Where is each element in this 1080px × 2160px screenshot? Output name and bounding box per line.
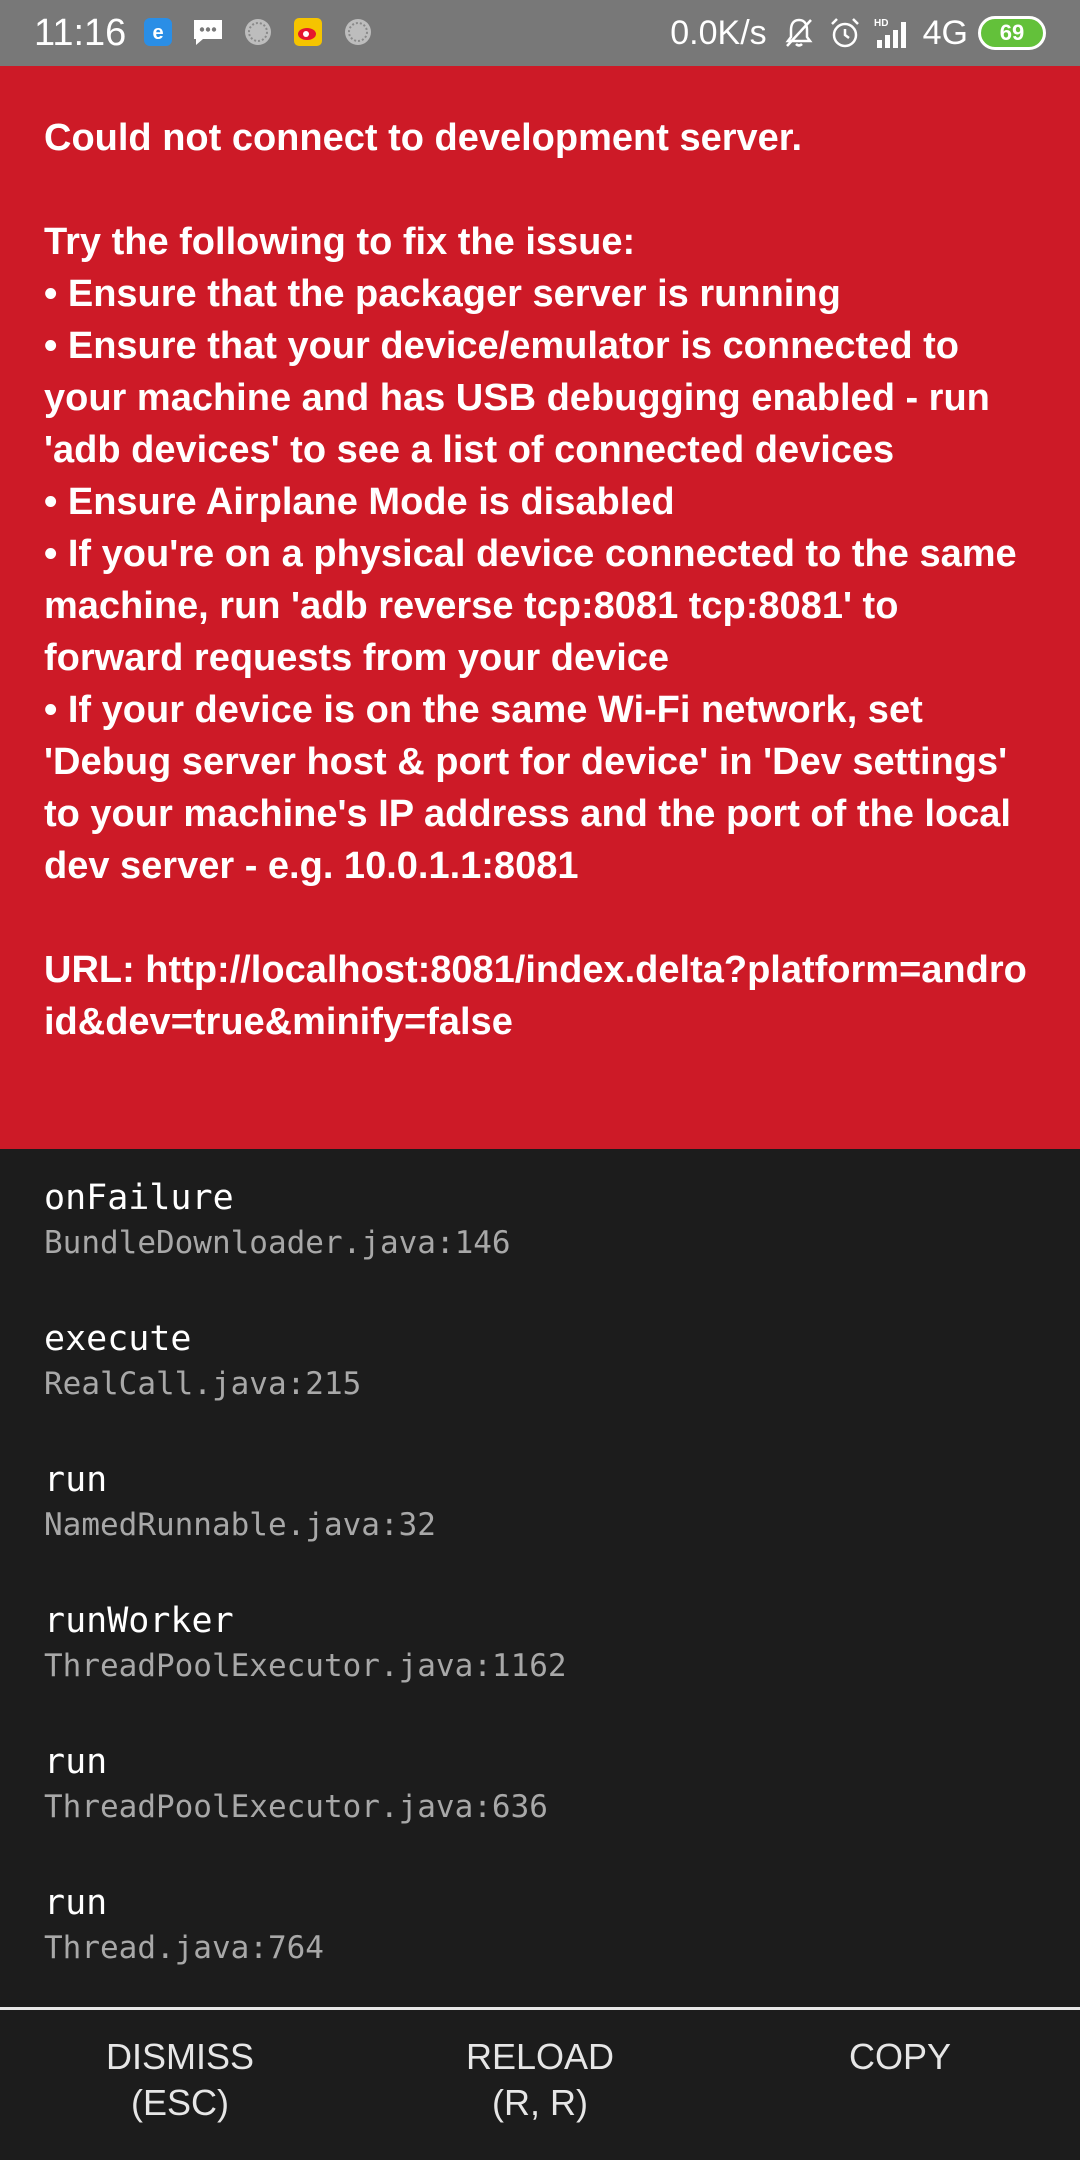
stack-frame[interactable]: runWorker ThreadPoolExecutor.java:1162 xyxy=(44,1598,1036,1739)
fix-item: • If you're on a physical device connect… xyxy=(44,533,1017,679)
reload-label: RELOAD xyxy=(465,2036,615,2077)
frame-method: execute xyxy=(44,1319,192,1359)
frame-file: RealCall.java:215 xyxy=(44,1366,362,1402)
notification-icons: e xyxy=(140,14,376,50)
net-speed: 0.0K/s xyxy=(670,14,767,52)
frame-method: onFailure xyxy=(44,1178,234,1218)
bundle-url: URL: http://localhost:8081/index.delta?p… xyxy=(44,949,1027,1043)
alarm-icon xyxy=(827,15,863,51)
status-right: 0.0K/s HD 4G 69 xyxy=(670,10,1046,56)
frame-method: run xyxy=(44,1883,108,1923)
battery-icon: 69 xyxy=(978,16,1046,50)
signal-label: HD xyxy=(874,18,888,29)
frame-file: BundleDownloader.java:146 xyxy=(44,1225,511,1261)
dismiss-button[interactable]: DISMISS (ESC) xyxy=(0,2010,360,2160)
network-type: 4G xyxy=(922,14,968,52)
copy-button[interactable]: COPY xyxy=(720,2010,1080,2160)
stack-frame[interactable]: onFailure BundleDownloader.java:146 xyxy=(44,1175,1036,1316)
error-panel: Could not connect to development server.… xyxy=(0,66,1080,1149)
status-bar: 11:16 e 0.0K/s HD 4G 69 xyxy=(0,0,1080,66)
fix-item: • Ensure that the packager server is run… xyxy=(44,273,841,315)
dismiss-label: DISMISS xyxy=(105,2036,255,2077)
battery-level: 69 xyxy=(999,20,1025,45)
stack-frame[interactable]: run NamedRunnable.java:32 xyxy=(44,1457,1036,1598)
frame-file: ThreadPoolExecutor.java:636 xyxy=(44,1789,548,1825)
weibo-icon xyxy=(290,14,326,50)
fix-item: • Ensure Airplane Mode is disabled xyxy=(44,481,675,523)
mute-bell-icon xyxy=(781,15,817,51)
frame-method: run xyxy=(44,1460,108,1500)
reload-button[interactable]: RELOAD (R, R) xyxy=(360,2010,720,2160)
signal-icon: HD xyxy=(873,15,913,51)
frame-method: runWorker xyxy=(44,1601,234,1641)
stack-frame[interactable]: execute RealCall.java:215 xyxy=(44,1316,1036,1457)
stack-frame[interactable]: run ThreadPoolExecutor.java:636 xyxy=(44,1739,1036,1880)
svg-text:e: e xyxy=(152,22,163,44)
fix-intro: Try the following to fix the issue: xyxy=(44,221,636,263)
notification-dot-icon xyxy=(240,14,276,50)
browser-app-icon: e xyxy=(140,14,176,50)
notification-dot-icon xyxy=(340,14,376,50)
status-time: 11:16 xyxy=(34,12,127,54)
frame-file: ThreadPoolExecutor.java:1162 xyxy=(44,1648,567,1684)
copy-label: COPY xyxy=(848,2036,952,2077)
frame-file: NamedRunnable.java:32 xyxy=(44,1507,436,1543)
reload-shortcut: (R, R) xyxy=(492,2082,588,2123)
frame-method: run xyxy=(44,1742,108,1782)
dismiss-shortcut: (ESC) xyxy=(131,2082,229,2123)
fix-item: • If your device is on the same Wi-Fi ne… xyxy=(44,689,1011,887)
frame-file: Thread.java:764 xyxy=(44,1930,324,1966)
button-bar: DISMISS (ESC) RELOAD (R, R) COPY xyxy=(0,2007,1080,2160)
error-title: Could not connect to development server. xyxy=(44,117,803,159)
fix-item: • Ensure that your device/emulator is co… xyxy=(44,325,990,471)
stack-trace[interactable]: onFailure BundleDownloader.java:146 exec… xyxy=(0,1149,1080,2007)
stack-frame[interactable]: run Thread.java:764 xyxy=(44,1880,1036,2021)
message-icon xyxy=(190,14,226,50)
